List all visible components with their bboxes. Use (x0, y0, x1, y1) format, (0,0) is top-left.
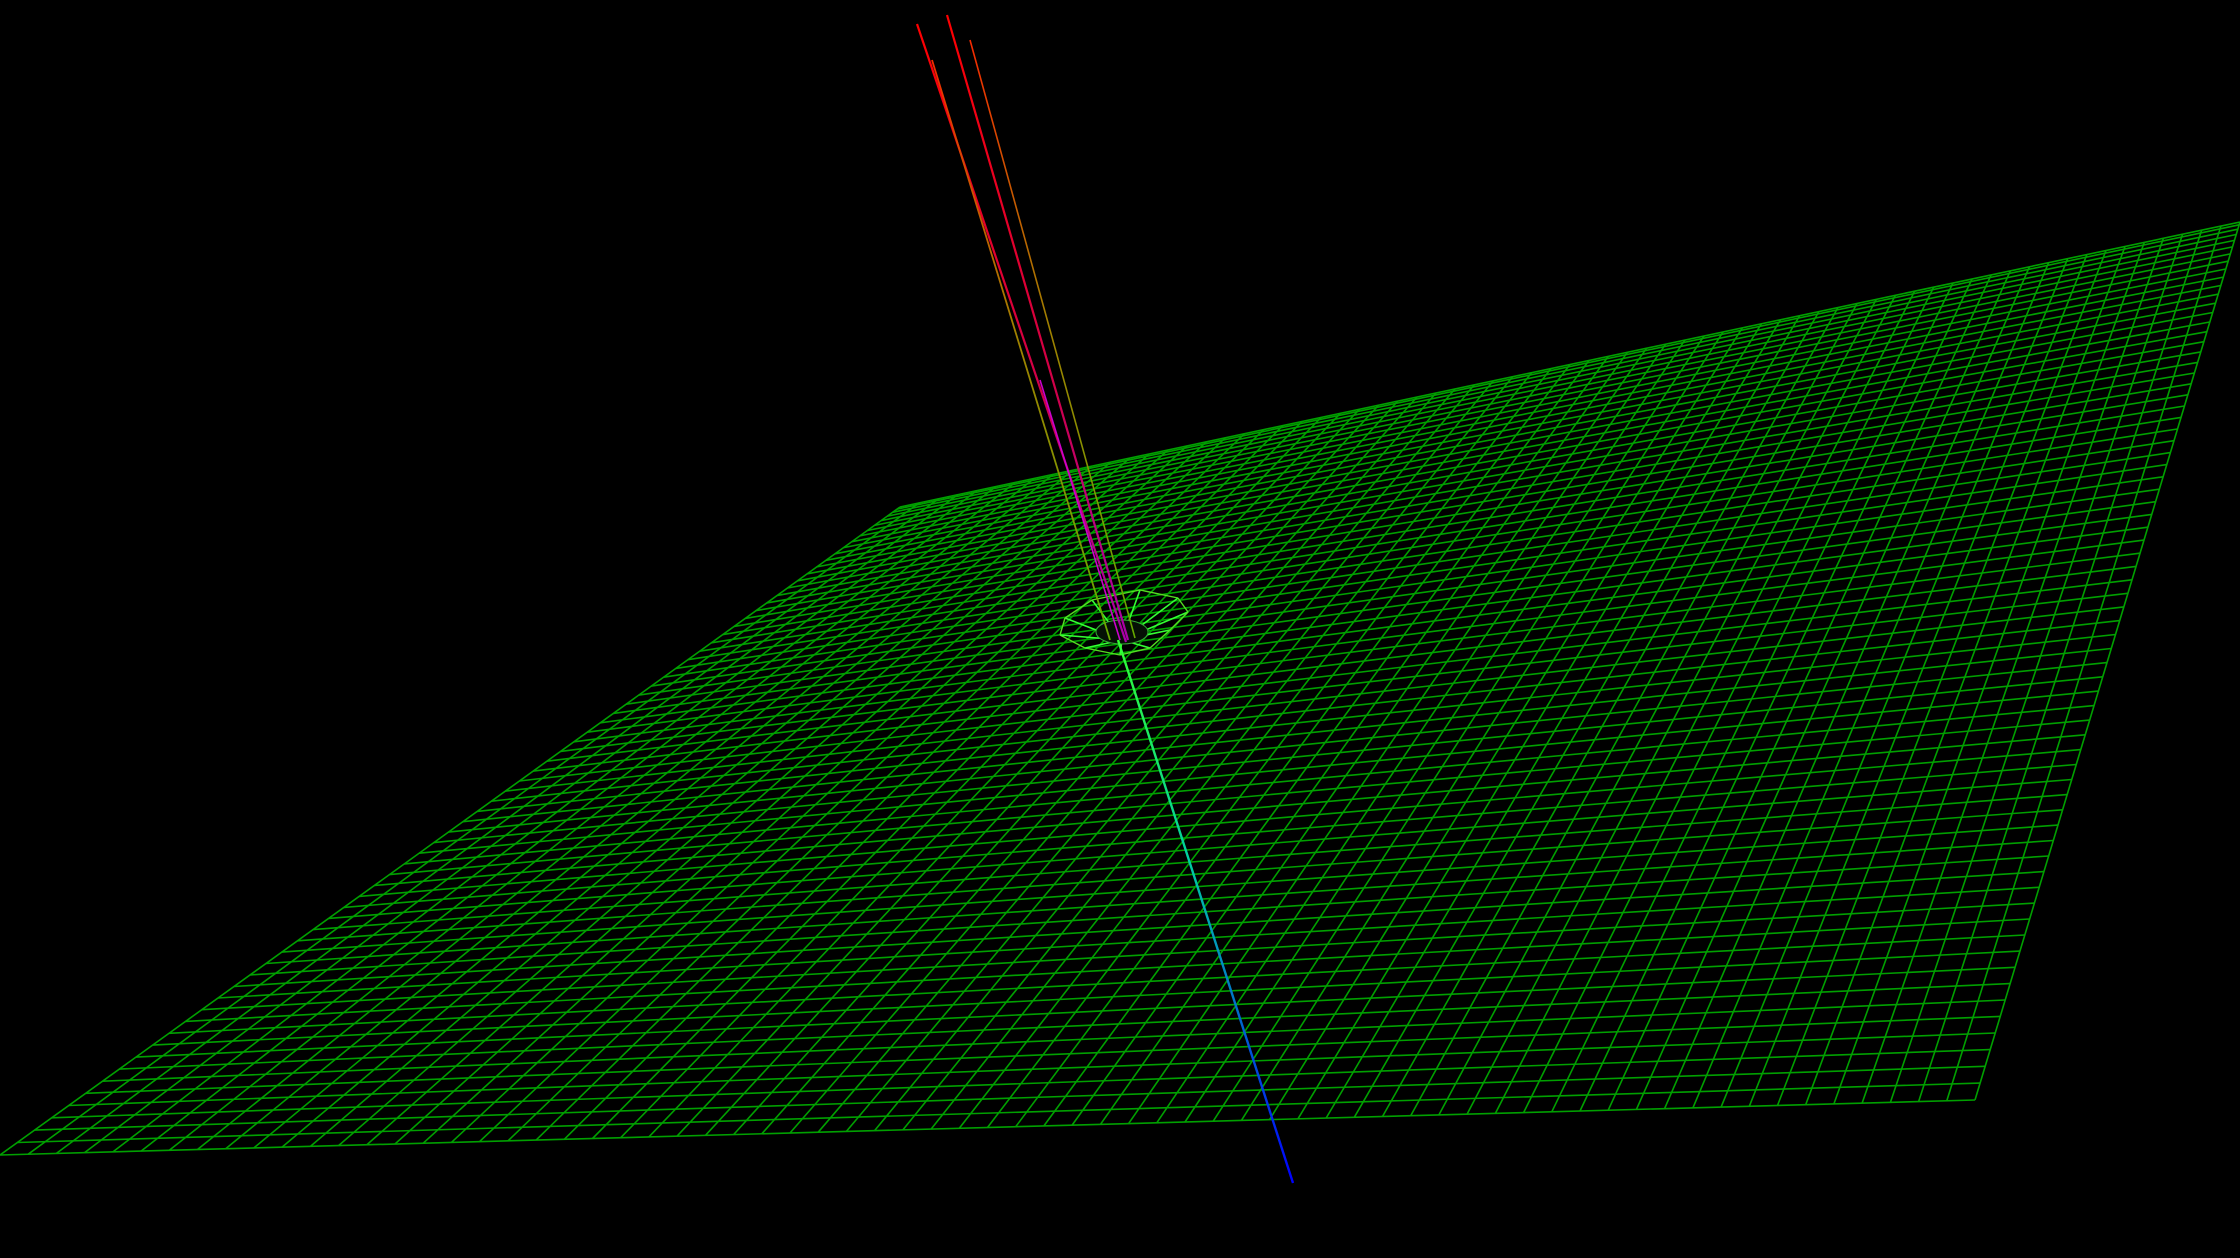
grid-line-width (896, 224, 2240, 510)
grid-line-depth (1184, 335, 1705, 1123)
grid-line-width (787, 330, 2208, 589)
x-axis-line (915, 23, 1128, 643)
grid-line-width (880, 239, 2235, 522)
grid-line-width (389, 719, 2090, 876)
grid-line-width (234, 870, 2044, 988)
grid-line-depth (1974, 221, 2240, 1101)
grid-line-width (825, 293, 2219, 562)
grid-line-width (68, 1032, 1996, 1107)
grid-plane (0, 221, 2240, 1156)
grid-line-width (201, 902, 2035, 1011)
grid-line-width (359, 748, 2081, 898)
grid-line-width (34, 1065, 1986, 1131)
3d-viewport[interactable] (0, 0, 2240, 1258)
grid-line-depth (930, 372, 1533, 1130)
grid-line-depth (1692, 262, 2050, 1109)
grid-line-width (699, 416, 2182, 652)
grid-line-width (560, 552, 2141, 753)
grid-line-width (17, 1082, 1981, 1144)
grid-line-depth (1325, 315, 1801, 1119)
grid-line-width (185, 918, 2030, 1023)
grid-line-width (874, 246, 2233, 527)
grid-line-width (0, 1099, 1976, 1156)
x-axis-line-secondary (945, 14, 1130, 641)
grid-line-width (899, 221, 2240, 508)
grid-line-width (587, 526, 2149, 733)
wireframe-scene[interactable] (0, 0, 2240, 1258)
grid-line-width (374, 734, 2086, 887)
grid-line-depth (1917, 229, 2203, 1102)
